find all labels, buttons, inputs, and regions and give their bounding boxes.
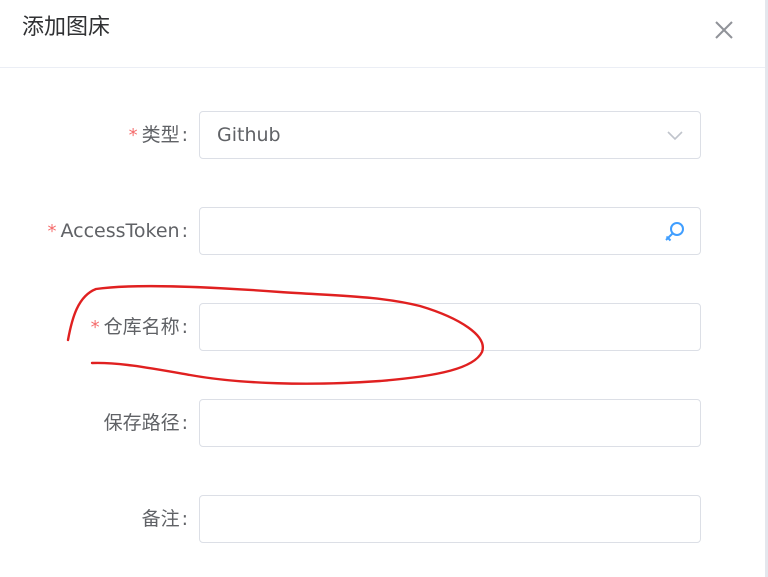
label-colon: : [181, 412, 188, 434]
dialog-header: 添加图床 [0, 0, 768, 68]
close-button[interactable] [708, 14, 740, 46]
required-mark: * [128, 125, 138, 146]
label-colon: : [181, 508, 188, 530]
form-row-save-path: 保存路径: [0, 399, 768, 447]
repo-name-label-text: 仓库名称 [103, 316, 180, 338]
add-image-host-dialog: 添加图床 * 类型: Github * AccessToken: * 仓库名称 … [0, 0, 768, 577]
form-row-type: * 类型: Github [0, 111, 768, 159]
access-token-input[interactable] [199, 207, 701, 255]
label-colon: : [181, 220, 188, 242]
type-label: * 类型: [129, 111, 188, 159]
type-label-text: 类型 [141, 124, 180, 146]
red-annotation-circle [66, 284, 484, 385]
save-path-label-text: 保存路径 [103, 412, 180, 434]
note-label: 备注: [142, 495, 188, 543]
type-select-value: Github [217, 124, 281, 146]
dialog-title: 添加图床 [22, 15, 111, 40]
repo-name-label: * 仓库名称: [91, 303, 188, 351]
chevron-down-icon[interactable] [664, 124, 686, 146]
required-mark: * [90, 317, 100, 338]
save-path-label: 保存路径: [104, 399, 188, 447]
close-icon [715, 21, 733, 39]
access-token-label: * AccessToken: [47, 207, 188, 255]
save-path-input[interactable] [199, 399, 701, 447]
repo-name-input[interactable] [199, 303, 701, 351]
form-row-note: 备注: [0, 495, 768, 543]
label-colon: : [181, 316, 188, 338]
label-colon: : [181, 124, 188, 146]
key-icon[interactable] [664, 220, 686, 242]
type-select[interactable]: Github [199, 111, 701, 159]
form-row-repo-name: * 仓库名称: [0, 303, 768, 351]
note-label-text: 备注 [141, 508, 180, 530]
access-token-label-text: AccessToken [60, 220, 180, 242]
required-mark: * [47, 221, 57, 242]
note-input[interactable] [199, 495, 701, 543]
form-row-access-token: * AccessToken: [0, 207, 768, 255]
